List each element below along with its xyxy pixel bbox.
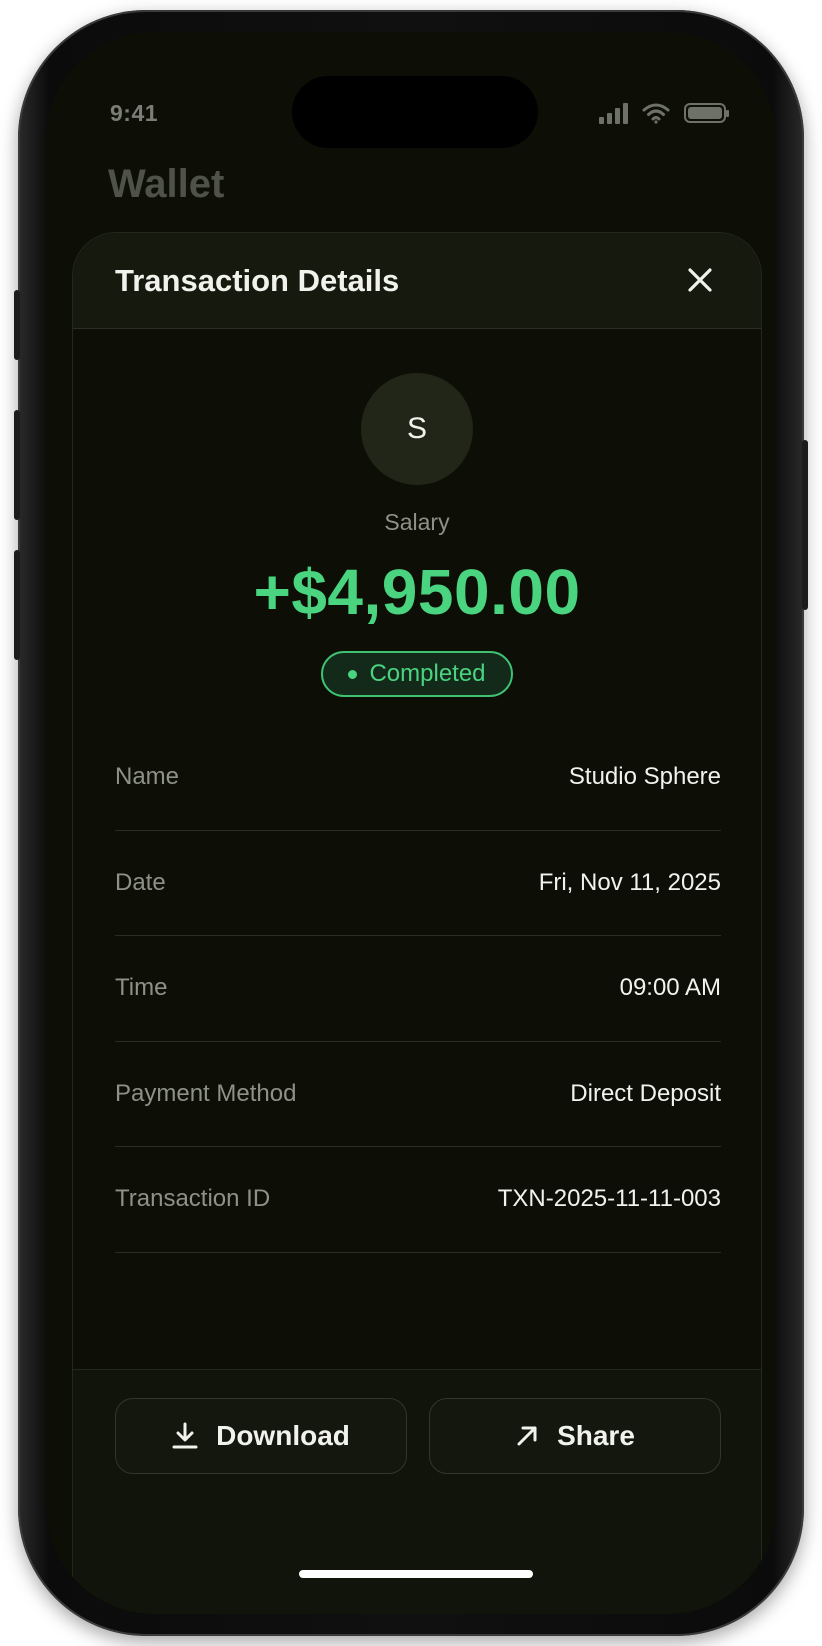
details-list: Name Studio Sphere Date Fri, Nov 11, 202… <box>115 725 721 1253</box>
avatar-initial: S <box>406 412 427 445</box>
action-button <box>14 290 20 360</box>
close-button[interactable] <box>683 263 717 297</box>
phone-screen: 9:41 Wallet Transaction Details S Salary… <box>46 32 776 1614</box>
arrow-up-right-icon <box>517 1426 537 1446</box>
sheet-title: Transaction Details <box>115 263 400 298</box>
power-button <box>802 440 808 610</box>
download-icon <box>172 1422 198 1449</box>
battery-icon <box>684 103 729 123</box>
detail-value: Studio Sphere <box>568 763 721 791</box>
transaction-details-sheet: Transaction Details S Salary +$4,950.00 … <box>72 232 762 1614</box>
close-icon <box>688 268 712 292</box>
download-button[interactable]: Download <box>115 1398 407 1474</box>
detail-row-date: Date Fri, Nov 11, 2025 <box>115 831 721 936</box>
status-bar: 9:41 <box>46 96 776 136</box>
detail-row-time: Time 09:00 AM <box>115 936 721 1042</box>
avatar: S <box>361 373 473 485</box>
detail-row-payment-method: Payment Method Direct Deposit <box>115 1042 721 1147</box>
detail-label: Payment Method <box>115 1079 297 1107</box>
detail-value: TXN-2025-11-11-003 <box>497 1185 721 1213</box>
signal-icon <box>599 102 628 124</box>
detail-label: Transaction ID <box>115 1185 271 1213</box>
volume-up-button <box>14 410 20 520</box>
detail-value: Direct Deposit <box>570 1079 721 1107</box>
detail-value: 09:00 AM <box>619 974 721 1002</box>
status-icons <box>599 102 729 124</box>
volume-down-button <box>14 550 20 660</box>
status-time: 9:41 <box>110 100 159 126</box>
status-badge: Completed <box>321 651 513 697</box>
detail-label: Date <box>115 868 166 896</box>
detail-row-transaction-id: Transaction ID TXN-2025-11-11-003 <box>115 1147 721 1253</box>
share-button-label: Share <box>557 1420 635 1451</box>
home-indicator[interactable] <box>299 1570 533 1578</box>
detail-label: Name <box>115 763 180 791</box>
phone-frame: 9:41 Wallet Transaction Details S Salary… <box>14 10 808 1636</box>
download-button-label: Download <box>216 1420 350 1451</box>
wifi-icon <box>642 103 670 124</box>
status-dot-icon <box>348 669 358 679</box>
detail-value: Fri, Nov 11, 2025 <box>538 868 721 896</box>
share-button[interactable]: Share <box>429 1398 721 1474</box>
transaction-amount: +$4,950.00 <box>253 556 581 628</box>
status-badge-label: Completed <box>369 660 486 687</box>
sheet-header: Transaction Details <box>73 233 761 329</box>
wallet-title: Wallet <box>108 162 225 206</box>
detail-row-name: Name Studio Sphere <box>115 725 721 831</box>
detail-label: Time <box>115 974 168 1002</box>
transaction-category: Salary <box>384 509 450 535</box>
